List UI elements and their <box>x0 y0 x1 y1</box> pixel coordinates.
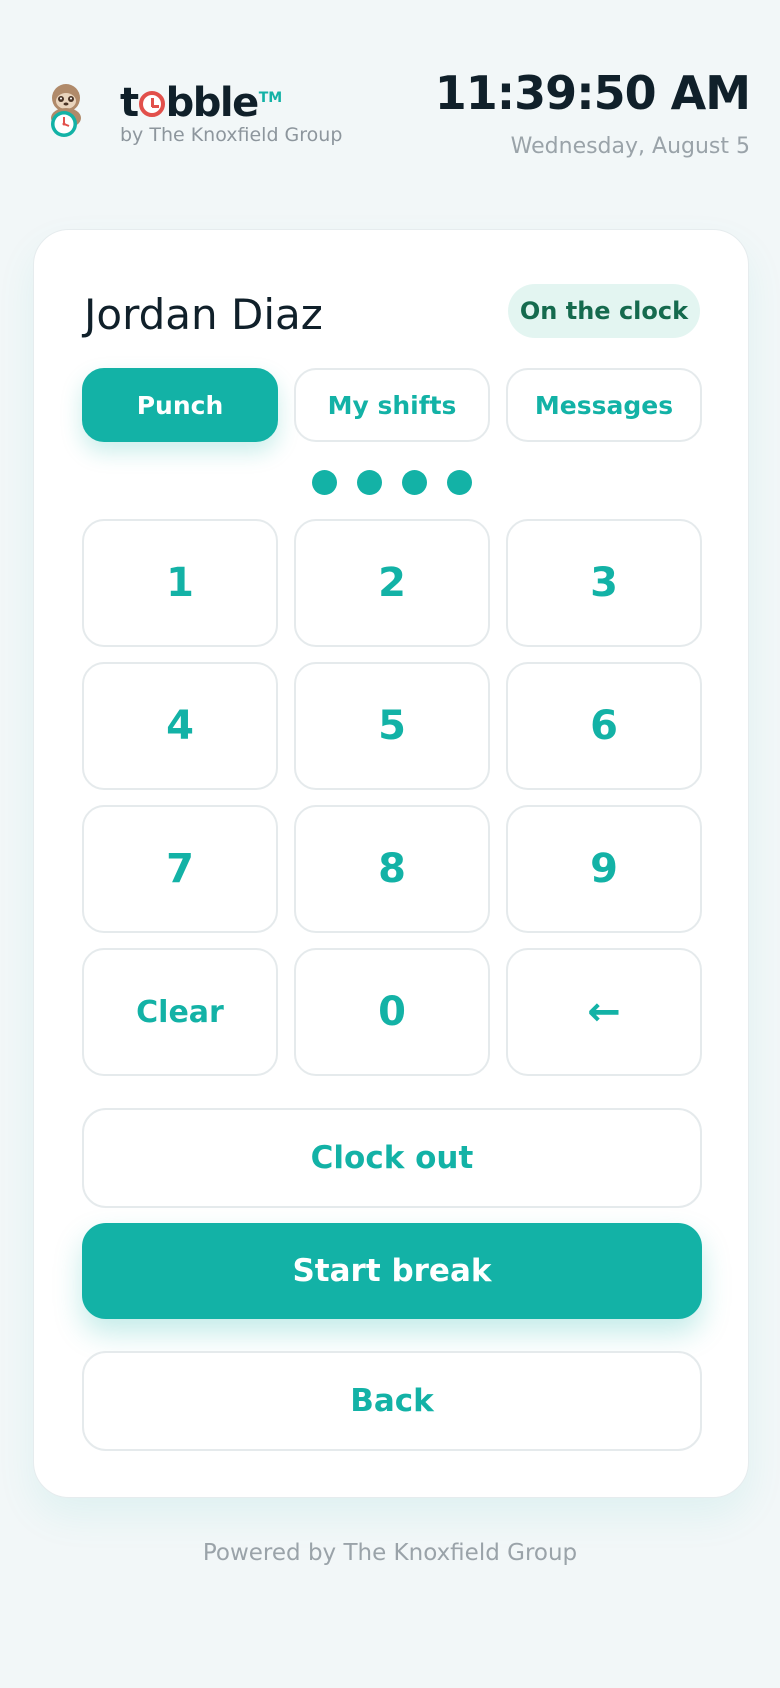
tab-messages[interactable]: Messages <box>506 368 702 442</box>
tab-punch[interactable]: Punch <box>82 368 278 442</box>
clock-out-button[interactable]: Clock out <box>82 1108 702 1208</box>
back-button[interactable]: Back <box>82 1351 702 1451</box>
key-3[interactable]: 3 <box>506 519 702 647</box>
pin-indicator <box>34 470 750 496</box>
key-8[interactable]: 8 <box>294 805 490 933</box>
trademark-mark: TM <box>258 90 283 106</box>
status-badge: On the clock <box>508 284 700 338</box>
brand-subtitle: by The Knoxfield Group <box>120 124 343 146</box>
pin-dot <box>402 470 427 495</box>
pin-dot <box>447 470 472 495</box>
tab-bar: Punch My shifts Messages <box>82 368 702 442</box>
pin-dot <box>312 470 337 495</box>
key-2[interactable]: 2 <box>294 519 490 647</box>
key-clear[interactable]: Clear <box>82 948 278 1076</box>
current-time: 11:39:50 AM <box>434 66 751 120</box>
punch-card: Jordan Diaz On the clock Punch My shifts… <box>33 229 749 1498</box>
tab-my-shifts[interactable]: My shifts <box>294 368 490 442</box>
key-7[interactable]: 7 <box>82 805 278 933</box>
backspace-key[interactable]: ← <box>506 948 702 1076</box>
start-break-button[interactable]: Start break <box>82 1223 702 1319</box>
key-5[interactable]: 5 <box>294 662 490 790</box>
employee-name: Jordan Diaz <box>84 290 323 339</box>
logo-suffix: bble <box>165 80 260 126</box>
header: t bbleTM by The Knoxfield Group 11:39:50 … <box>0 0 780 200</box>
key-9[interactable]: 9 <box>506 805 702 933</box>
key-1[interactable]: 1 <box>82 519 278 647</box>
tobble-logo: t bbleTM <box>120 76 282 125</box>
sloth-clock-mascot-icon <box>51 84 81 137</box>
logo-prefix: t <box>120 80 139 126</box>
key-6[interactable]: 6 <box>506 662 702 790</box>
current-date: Wednesday, August 5 <box>510 134 750 159</box>
key-0[interactable]: 0 <box>294 948 490 1076</box>
footer-powered-by: Powered by The Knoxfield Group <box>202 1540 578 1566</box>
logo-clock-icon <box>138 91 165 117</box>
pin-dot <box>357 470 382 495</box>
backspace-arrow-icon: ← <box>587 989 621 1035</box>
key-4[interactable]: 4 <box>82 662 278 790</box>
